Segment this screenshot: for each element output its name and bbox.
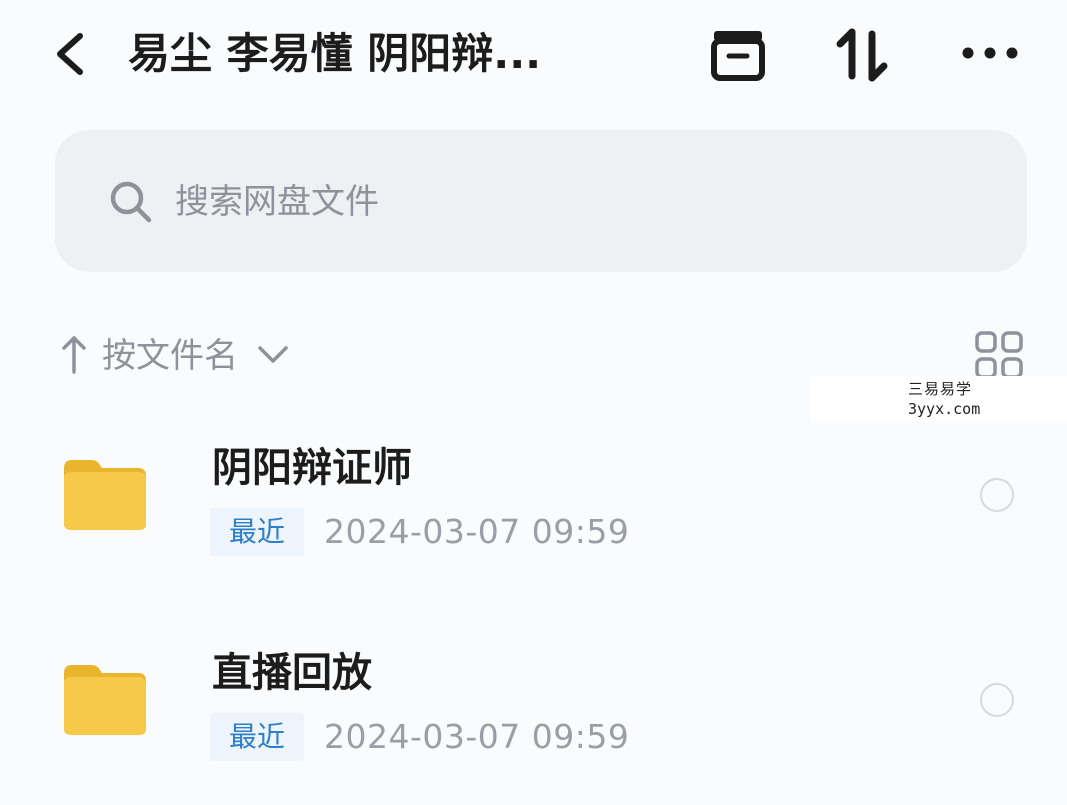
recent-badge: 最近 <box>210 713 304 761</box>
file-timestamp: 2024-03-07 09:59 <box>324 512 630 551</box>
file-timestamp: 2024-03-07 09:59 <box>324 717 630 756</box>
search-bar[interactable]: 搜索网盘文件 <box>55 130 1027 272</box>
select-checkbox[interactable] <box>980 683 1014 717</box>
more-icon[interactable] <box>958 26 1018 84</box>
folder-icon <box>60 454 150 534</box>
file-name[interactable]: 直播回放 <box>212 645 372 701</box>
arrow-up-icon[interactable] <box>60 334 88 376</box>
watermark-line-2: 3yyx.com <box>908 400 981 418</box>
page-title: 易尘 李易懂 阴阳辩... <box>128 29 542 78</box>
sort-icon[interactable] <box>834 26 894 84</box>
box-icon[interactable] <box>708 26 768 84</box>
select-checkbox[interactable] <box>980 478 1014 512</box>
search-icon <box>109 180 153 224</box>
watermark: 三易易学 3yyx.com <box>810 376 1067 422</box>
list-item[interactable]: 阴阳辩证师 最近 2024-03-07 09:59 <box>0 430 1067 600</box>
list-item[interactable]: 直播回放 最近 2024-03-07 09:59 <box>0 635 1067 805</box>
file-name[interactable]: 阴阳辩证师 <box>212 440 412 496</box>
folder-icon <box>60 659 150 739</box>
grid-view-icon[interactable] <box>974 330 1024 380</box>
back-icon[interactable] <box>48 28 96 80</box>
watermark-line-1: 三易易学 <box>908 380 973 398</box>
recent-badge: 最近 <box>210 508 304 556</box>
search-input[interactable]: 搜索网盘文件 <box>175 176 379 228</box>
chevron-down-icon[interactable] <box>256 342 290 368</box>
top-bar: 易尘 李易懂 阴阳辩... <box>0 0 1067 120</box>
sort-by-name-button[interactable]: 按文件名 <box>102 330 238 382</box>
